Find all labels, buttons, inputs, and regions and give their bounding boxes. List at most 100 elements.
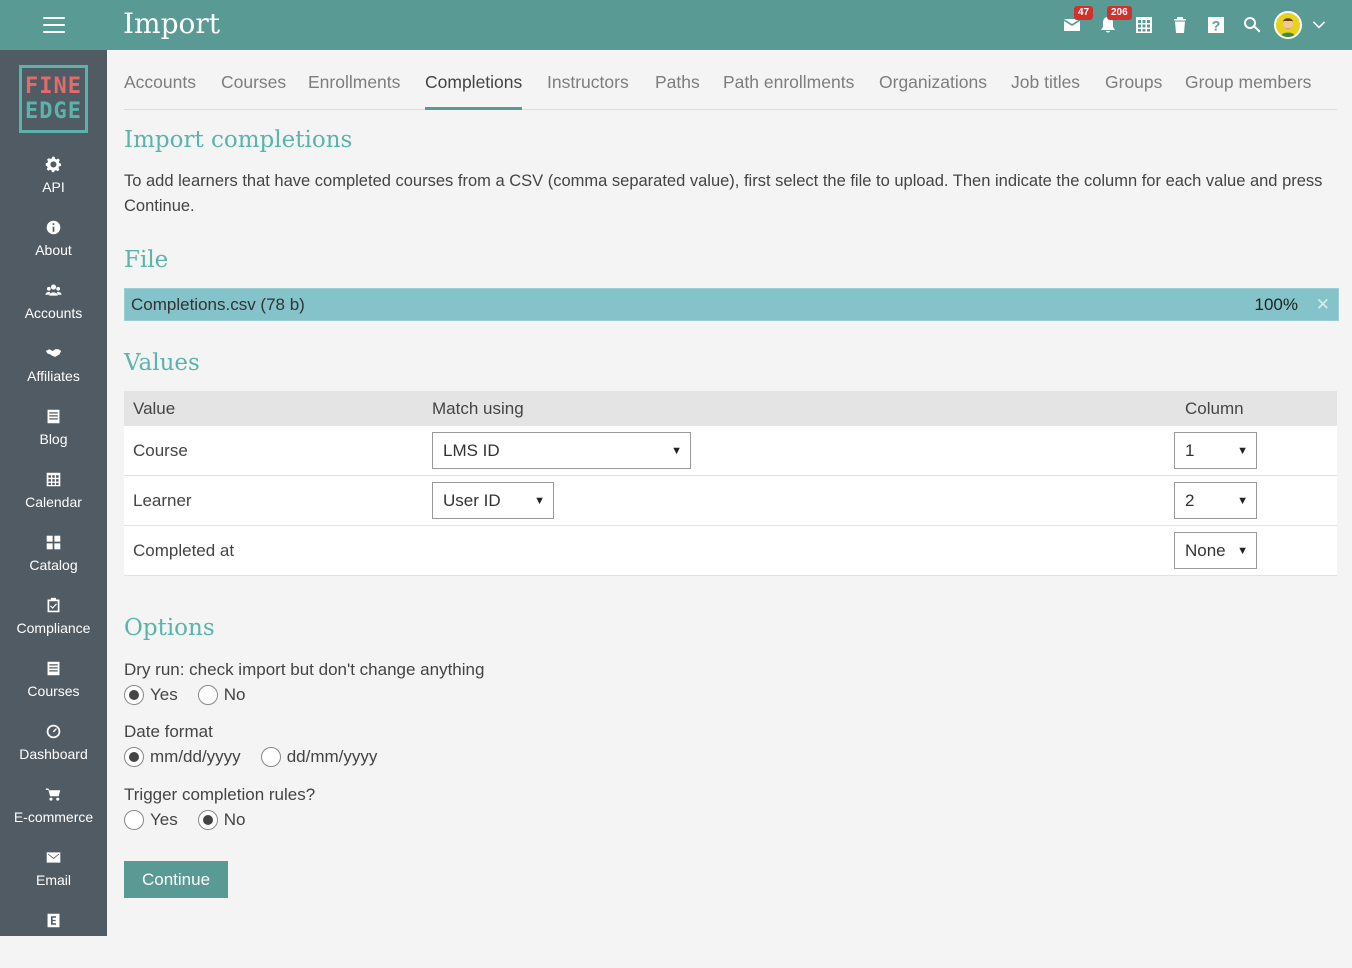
sidebar-item-label: Email bbox=[35, 872, 71, 888]
radio-label: dd/mm/yyyy bbox=[286, 747, 378, 766]
user-avatar-button[interactable] bbox=[1270, 0, 1306, 50]
sidebar-item-courses[interactable]: Courses bbox=[0, 654, 107, 716]
calendar-grid-icon bbox=[1136, 17, 1152, 33]
users-icon bbox=[45, 284, 62, 296]
sidebar-item-label: Blog bbox=[39, 431, 68, 447]
sidebar-item-ecommerce[interactable]: E-commerce bbox=[0, 780, 107, 842]
trigger-yes-radio[interactable] bbox=[124, 810, 144, 830]
trigger-yes-option[interactable]: Yes bbox=[124, 810, 178, 830]
tab-enrollments[interactable]: Enrollments bbox=[308, 72, 400, 110]
trigger-no-radio[interactable] bbox=[197, 810, 218, 830]
svg-text:?: ? bbox=[1212, 18, 1221, 34]
dry-run-no-option[interactable]: No bbox=[197, 685, 246, 705]
avatar-face-icon bbox=[1276, 13, 1300, 37]
logo-line2: EDGE bbox=[25, 99, 82, 124]
trash-button[interactable] bbox=[1162, 0, 1198, 50]
logo-line1: FINE bbox=[25, 74, 82, 99]
sidebar-item-accounts[interactable]: Accounts bbox=[0, 276, 107, 338]
trigger-rules-label: Trigger completion rules? bbox=[124, 785, 316, 804]
tab-group-members[interactable]: Group members bbox=[1185, 72, 1311, 110]
tab-accounts[interactable]: Accounts bbox=[124, 72, 196, 110]
dropdown-arrow-icon: ▼ bbox=[671, 445, 682, 457]
search-button[interactable] bbox=[1234, 0, 1270, 50]
sidebar-item-catalog[interactable]: Catalog bbox=[0, 528, 107, 590]
sidebar: FINE EDGE API About Accounts Affiliates … bbox=[0, 50, 107, 936]
account-menu-button[interactable] bbox=[1306, 0, 1332, 50]
tab-organizations[interactable]: Organizations bbox=[879, 72, 987, 110]
select-value: 1 bbox=[1185, 440, 1195, 460]
header-column: Column bbox=[1185, 398, 1244, 418]
sidebar-item-email[interactable]: Email bbox=[0, 843, 107, 905]
notifications-button[interactable]: 206 bbox=[1090, 0, 1132, 50]
date-format-mdy-radio[interactable] bbox=[124, 747, 144, 767]
learner-column-select[interactable]: 2 ▼ bbox=[1174, 482, 1257, 519]
sidebar-item-blog[interactable]: Blog bbox=[0, 402, 107, 464]
select-value: User ID bbox=[443, 490, 501, 510]
radio-label: No bbox=[223, 685, 246, 704]
info-icon bbox=[46, 220, 61, 235]
file-heading: File bbox=[124, 247, 169, 273]
dashboard-icon bbox=[46, 724, 61, 739]
radio-label: mm/dd/yyyy bbox=[150, 747, 241, 766]
date-format-mdy-option[interactable]: mm/dd/yyyy bbox=[124, 747, 241, 767]
sidebar-item-compliance[interactable]: Compliance bbox=[0, 591, 107, 653]
sidebar-item-about[interactable]: About bbox=[0, 213, 107, 275]
sidebar-item-more[interactable] bbox=[0, 906, 107, 968]
tab-instructors[interactable]: Instructors bbox=[547, 72, 629, 110]
values-table: Value Match using Column Course LMS ID ▼… bbox=[124, 391, 1337, 576]
sidebar-item-dashboard[interactable]: Dashboard bbox=[0, 717, 107, 779]
sidebar-item-affiliates[interactable]: Affiliates bbox=[0, 339, 107, 401]
tab-path-enrollments[interactable]: Path enrollments bbox=[723, 72, 854, 110]
date-format-dmy-radio[interactable] bbox=[260, 747, 281, 767]
avatar bbox=[1274, 11, 1302, 39]
trigger-no-option[interactable]: No bbox=[197, 810, 245, 830]
mail-icon bbox=[46, 852, 61, 863]
sidebar-item-label: E-commerce bbox=[13, 809, 94, 825]
radio-label: Yes bbox=[150, 810, 178, 829]
dry-run-options: Yes No bbox=[124, 685, 265, 705]
logo[interactable]: FINE EDGE bbox=[19, 65, 88, 133]
tab-groups[interactable]: Groups bbox=[1105, 72, 1162, 110]
continue-button[interactable]: Continue bbox=[124, 861, 228, 898]
completed-at-column-select[interactable]: None ▼ bbox=[1174, 532, 1257, 569]
handshake-icon bbox=[45, 349, 62, 357]
learner-match-select[interactable]: User ID ▼ bbox=[432, 482, 554, 519]
dry-run-yes-option[interactable]: Yes bbox=[124, 685, 178, 705]
gear-icon bbox=[45, 156, 62, 173]
dry-run-no-radio[interactable] bbox=[197, 685, 218, 705]
remove-file-icon[interactable]: ✕ bbox=[1316, 295, 1330, 315]
dropdown-arrow-icon: ▼ bbox=[1237, 545, 1248, 557]
tab-paths[interactable]: Paths bbox=[655, 72, 700, 110]
menu-button[interactable] bbox=[0, 0, 107, 50]
trigger-rules-options: Yes No bbox=[124, 810, 265, 830]
sidebar-item-label: Accounts bbox=[24, 305, 83, 321]
e-document-icon bbox=[47, 913, 60, 928]
tab-courses[interactable]: Courses bbox=[221, 72, 286, 110]
calendar-button[interactable] bbox=[1126, 0, 1162, 50]
select-value: LMS ID bbox=[443, 440, 500, 460]
header-match-using: Match using bbox=[432, 398, 524, 418]
sidebar-item-label: Calendar bbox=[25, 494, 82, 510]
cart-icon bbox=[45, 788, 61, 801]
select-value: 2 bbox=[1185, 490, 1195, 510]
mail-button[interactable]: 47 bbox=[1054, 0, 1094, 50]
blog-icon bbox=[47, 409, 60, 424]
values-heading: Values bbox=[124, 350, 200, 376]
course-match-select[interactable]: LMS ID ▼ bbox=[432, 432, 691, 469]
row-value-label: Completed at bbox=[133, 540, 235, 560]
sidebar-item-calendar[interactable]: Calendar bbox=[0, 465, 107, 527]
tab-completions[interactable]: Completions bbox=[425, 72, 523, 110]
sidebar-item-api[interactable]: API bbox=[0, 150, 107, 212]
date-format-label: Date format bbox=[124, 722, 213, 741]
tab-job-titles[interactable]: Job titles bbox=[1011, 72, 1080, 110]
course-column-select[interactable]: 1 ▼ bbox=[1174, 432, 1257, 469]
row-value-label: Course bbox=[133, 440, 188, 460]
help-button[interactable]: ? bbox=[1198, 0, 1234, 50]
file-progress-percent: 100% bbox=[1254, 294, 1298, 314]
table-row: Completed at None ▼ bbox=[124, 526, 1337, 576]
dry-run-yes-radio[interactable] bbox=[124, 685, 144, 705]
page-title: Import bbox=[123, 7, 221, 40]
dropdown-arrow-icon: ▼ bbox=[1237, 495, 1248, 507]
date-format-dmy-option[interactable]: dd/mm/yyyy bbox=[260, 747, 378, 767]
table-row: Learner User ID ▼ 2 ▼ bbox=[124, 476, 1337, 526]
